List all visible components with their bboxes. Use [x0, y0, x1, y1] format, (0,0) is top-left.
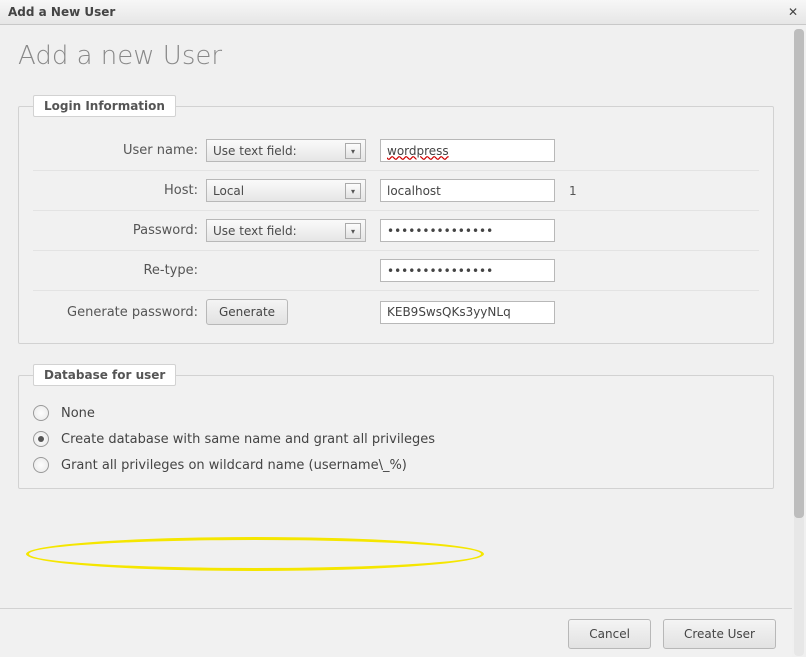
row-generate: Generate password: Generate KEB9SwsQKs3y…: [33, 291, 759, 333]
label-password: Password:: [33, 223, 206, 238]
titlebar: Add a New User ✕: [0, 0, 806, 25]
create-user-button[interactable]: Create User: [663, 619, 776, 649]
row-password: Password: Use text field: ▾ ••••••••••••…: [33, 211, 759, 251]
scrollbar-thumb[interactable]: [794, 29, 804, 518]
label-generate: Generate password:: [33, 305, 206, 320]
retype-mask: •••••••••••••••: [387, 264, 493, 278]
generated-password-input[interactable]: KEB9SwsQKs3yyNLq: [380, 301, 555, 324]
radio-row-wildcard[interactable]: Grant all privileges on wildcard name (u…: [33, 452, 759, 478]
page-title: Add a new User: [18, 41, 774, 71]
content-area: Add a new User Login Information User na…: [0, 25, 792, 657]
chevron-down-icon: ▾: [345, 223, 361, 239]
password-mode-value: Use text field:: [213, 224, 297, 238]
row-username: User name: Use text field: ▾ wordpress: [33, 131, 759, 171]
scrollbar-track[interactable]: [794, 29, 804, 656]
radio-create-same[interactable]: [33, 431, 49, 447]
generated-password-value: KEB9SwsQKs3yyNLq: [387, 305, 511, 319]
annotation-highlight: [26, 537, 484, 571]
database-for-user-legend: Database for user: [33, 364, 176, 386]
chevron-down-icon: ▾: [345, 143, 361, 159]
host-note: 1: [569, 184, 577, 198]
body: Add a new User Login Information User na…: [0, 25, 806, 657]
label-retype: Re-type:: [33, 263, 206, 278]
host-mode-value: Local: [213, 184, 244, 198]
radio-label-create-same: Create database with same name and grant…: [61, 432, 435, 447]
retype-input[interactable]: •••••••••••••••: [380, 259, 555, 282]
username-mode-select[interactable]: Use text field: ▾: [206, 139, 366, 162]
radio-label-wildcard: Grant all privileges on wildcard name (u…: [61, 458, 407, 473]
username-mode-value: Use text field:: [213, 144, 297, 158]
login-information-fieldset: Login Information User name: Use text fi…: [18, 95, 774, 344]
username-input[interactable]: wordpress: [380, 139, 555, 162]
close-icon[interactable]: ✕: [788, 5, 798, 19]
radio-row-none[interactable]: None: [33, 400, 759, 426]
username-value: wordpress: [387, 144, 449, 158]
host-mode-select[interactable]: Local ▾: [206, 179, 366, 202]
password-mode-select[interactable]: Use text field: ▾: [206, 219, 366, 242]
label-host: Host:: [33, 183, 206, 198]
generate-button[interactable]: Generate: [206, 299, 288, 325]
row-retype: Re-type: •••••••••••••••: [33, 251, 759, 291]
vertical-scrollbar[interactable]: [792, 25, 806, 657]
host-input[interactable]: localhost: [380, 179, 555, 202]
label-username: User name:: [33, 143, 206, 158]
login-information-legend: Login Information: [33, 95, 176, 117]
radio-wildcard[interactable]: [33, 457, 49, 473]
cancel-button[interactable]: Cancel: [568, 619, 651, 649]
radio-label-none: None: [61, 406, 95, 421]
password-input[interactable]: •••••••••••••••: [380, 219, 555, 242]
radio-none[interactable]: [33, 405, 49, 421]
host-value: localhost: [387, 184, 441, 198]
database-for-user-fieldset: Database for user None Create database w…: [18, 364, 774, 489]
password-mask: •••••••••••••••: [387, 224, 493, 238]
radio-row-create-same[interactable]: Create database with same name and grant…: [33, 426, 759, 452]
row-host: Host: Local ▾ localhost 1: [33, 171, 759, 211]
dialog-window: Add a New User ✕ Add a new User Login In…: [0, 0, 806, 657]
window-title: Add a New User: [8, 5, 115, 19]
dialog-footer: Cancel Create User: [0, 608, 792, 657]
chevron-down-icon: ▾: [345, 183, 361, 199]
